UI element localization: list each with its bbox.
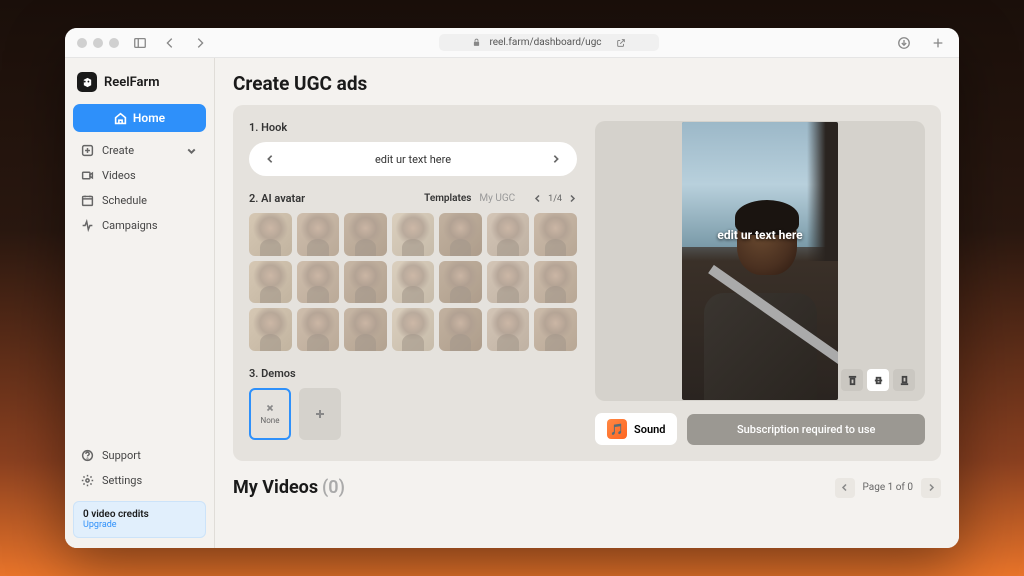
sound-icon: 🎵 — [607, 419, 627, 439]
brand-name: ReelFarm — [104, 75, 160, 90]
avatar-page: 1/4 — [548, 194, 562, 204]
sidebar: ReelFarm Home Create Videos Schedule — [65, 58, 215, 548]
subscription-button[interactable]: Subscription required to use — [687, 414, 925, 445]
avatar-option[interactable] — [534, 261, 577, 304]
hook-input[interactable]: edit ur text here — [249, 142, 577, 176]
my-videos-title: My Videos — [233, 477, 318, 498]
plus-square-icon — [81, 144, 94, 157]
chevron-down-icon — [185, 144, 198, 157]
brand[interactable]: ReelFarm — [73, 68, 206, 104]
activity-icon — [81, 219, 94, 232]
home-label: Home — [133, 111, 165, 125]
avatar-option[interactable] — [297, 308, 340, 351]
preview-frame: edit ur text here — [682, 122, 838, 400]
avatar-option[interactable] — [392, 213, 435, 256]
avatar-option[interactable] — [439, 213, 482, 256]
sound-button[interactable]: 🎵 Sound — [595, 413, 677, 445]
tab-templates[interactable]: Templates — [424, 193, 471, 204]
demos-step-label: 3. Demos — [249, 367, 577, 380]
avatar-option[interactable] — [249, 308, 292, 351]
avatar-grid — [249, 213, 577, 351]
avatar-option[interactable] — [439, 261, 482, 304]
demo-add-button[interactable] — [299, 388, 341, 440]
credits-title: 0 video credits — [83, 509, 196, 520]
nav-videos[interactable]: Videos — [73, 163, 206, 188]
avatar-option[interactable] — [249, 213, 292, 256]
lock-icon — [472, 38, 481, 47]
settings-icon — [81, 474, 94, 487]
page-title: Create UGC ads — [233, 72, 941, 95]
align-middle-button[interactable] — [867, 369, 889, 391]
url-text: reel.farm/dashboard/ugc — [489, 37, 601, 48]
avatar-option[interactable] — [392, 261, 435, 304]
avatar-option[interactable] — [297, 213, 340, 256]
back-icon[interactable] — [161, 34, 179, 52]
videos-prev-button[interactable] — [835, 478, 855, 498]
home-button[interactable]: Home — [73, 104, 206, 132]
brand-logo-icon — [77, 72, 97, 92]
nav-create[interactable]: Create — [73, 138, 206, 163]
titlebar: reel.farm/dashboard/ugc — [65, 28, 959, 58]
main-content: Create UGC ads 1. Hook edit ur text here… — [215, 58, 959, 548]
hook-step-label: 1. Hook — [249, 121, 577, 134]
avatar-option[interactable] — [297, 261, 340, 304]
avatar-option[interactable] — [344, 213, 387, 256]
sidebar-toggle-icon[interactable] — [131, 34, 149, 52]
url-bar[interactable]: reel.farm/dashboard/ugc — [255, 34, 843, 51]
link-icon — [616, 38, 626, 48]
video-preview: edit ur text here — [595, 121, 925, 401]
nav-schedule[interactable]: Schedule — [73, 188, 206, 213]
avatar-option[interactable] — [487, 261, 530, 304]
credits-box: 0 video credits Upgrade — [73, 501, 206, 538]
avatar-option[interactable] — [344, 308, 387, 351]
hook-prev-button[interactable] — [263, 152, 277, 166]
demo-none-button[interactable]: None — [249, 388, 291, 440]
create-panel: 1. Hook edit ur text here 2. AI avatar T… — [233, 105, 941, 461]
avatar-option[interactable] — [487, 308, 530, 351]
upgrade-link[interactable]: Upgrade — [83, 520, 196, 530]
x-icon — [265, 403, 275, 413]
avatar-prev-icon[interactable] — [533, 194, 542, 203]
preview-overlay-text: edit ur text here — [717, 228, 802, 242]
avatar-option[interactable] — [392, 308, 435, 351]
videos-page-label: Page 1 of 0 — [863, 482, 913, 493]
avatar-option[interactable] — [534, 213, 577, 256]
avatar-option[interactable] — [487, 213, 530, 256]
forward-icon[interactable] — [191, 34, 209, 52]
my-videos-count: (0) — [322, 477, 345, 498]
tab-my-ugc[interactable]: My UGC — [479, 193, 515, 204]
avatar-option[interactable] — [534, 308, 577, 351]
download-icon[interactable] — [895, 34, 913, 52]
plus-icon[interactable] — [929, 34, 947, 52]
nav-settings[interactable]: Settings — [73, 468, 206, 493]
videos-next-button[interactable] — [921, 478, 941, 498]
avatar-option[interactable] — [344, 261, 387, 304]
nav-campaigns[interactable]: Campaigns — [73, 213, 206, 238]
browser-window: reel.farm/dashboard/ugc ReelFarm Home Cr… — [65, 28, 959, 548]
align-top-button[interactable] — [841, 369, 863, 391]
hook-next-button[interactable] — [549, 152, 563, 166]
align-bottom-button[interactable] — [893, 369, 915, 391]
avatar-option[interactable] — [439, 308, 482, 351]
avatar-step-label: 2. AI avatar — [249, 192, 305, 205]
video-icon — [81, 169, 94, 182]
help-icon — [81, 449, 94, 462]
traffic-lights[interactable] — [77, 38, 119, 48]
nav-support[interactable]: Support — [73, 443, 206, 468]
home-icon — [114, 112, 127, 125]
avatar-next-icon[interactable] — [568, 194, 577, 203]
calendar-icon — [81, 194, 94, 207]
plus-icon — [314, 408, 326, 420]
avatar-option[interactable] — [249, 261, 292, 304]
hook-text: edit ur text here — [287, 153, 539, 166]
